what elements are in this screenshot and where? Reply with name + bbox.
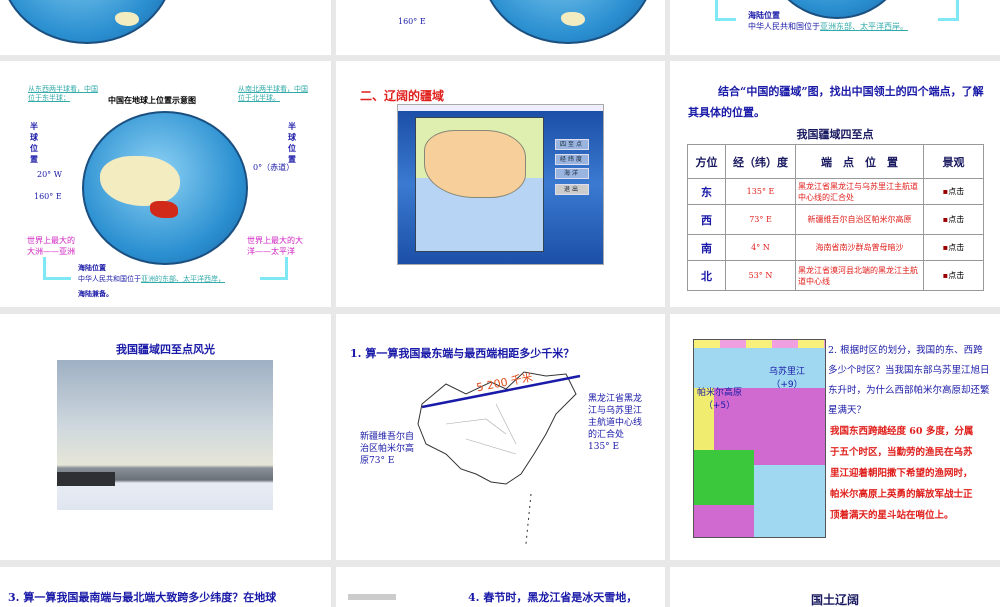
header-location: 端 点 位 置 (795, 144, 924, 179)
question-text: 2. 根据时区的划分，我国的东、西跨多少个时区？当我国东部乌苏里江旭日东升时，为… (828, 345, 990, 416)
direction: 东 (687, 178, 726, 205)
sea-land-heading: 海陆位置 (748, 10, 780, 20)
slide-thumbnail-globe[interactable]: 从东西两半球看，中国位于东半球； 中国在地球上位置示意图 从南北两半球看，中国位… (0, 61, 331, 307)
sea-land-text: 中华人民共和国位于亚洲的东部、太平洋西岸， (78, 275, 225, 283)
equator-label: 0°（赤道） (253, 163, 295, 172)
direction: 南 (687, 234, 726, 261)
globe-title: 中国在地球上位置示意图 (108, 95, 196, 105)
sea-land-text: 中华人民共和国位于亚洲东部、太平洋西岸。 (748, 22, 908, 31)
four-points-button[interactable]: 四至点 (555, 139, 589, 150)
china-shape (424, 130, 526, 198)
four-points-table: 方位 经（纬）度 端 点 位 置 景观 东 135° E 黑龙江省黑龙江与乌苏里江主… (687, 144, 984, 291)
table-row: 南 4° N 海南省南沙群岛曾母暗沙 ▪点击 (687, 234, 984, 261)
slide-thumbnail-2[interactable]: 160° E (336, 0, 665, 55)
hemisphere-label-right: 半球位置 (288, 121, 296, 164)
timezone-header (694, 340, 825, 348)
scenery-link[interactable]: ▪点击 (923, 178, 984, 205)
scenery-link[interactable]: ▪点击 (923, 234, 984, 261)
globe-image (0, 0, 174, 44)
lat-lon-button[interactable]: 经纬度 (555, 154, 589, 165)
longitude-label: 160° E (398, 17, 426, 26)
table-title: 我国疆域四至点 (796, 128, 874, 141)
location: 海南省南沙群岛曾母暗沙 (795, 234, 924, 261)
location: 黑龙江省漠河县北端的黑龙江主航道中心线 (795, 260, 924, 291)
intro-text: 结合“中国的疆域”图，找出中国领土的四个端点，了解其具体的位置。 (688, 85, 984, 119)
image-strip (348, 594, 396, 600)
map-label-west: 帕米尔高原（+5） (697, 388, 743, 411)
australia-shape (115, 12, 139, 26)
arrow-left (43, 257, 71, 280)
slide-thumbnail-timezone[interactable]: 乌苏里江（+9） 帕米尔高原（+5） 2. 根据时区的划分，我国的东、西跨多少个… (670, 314, 1000, 560)
exit-button[interactable]: 退出 (555, 184, 589, 195)
slide-thumbnail-3[interactable]: 海陆位置 中华人民共和国位于亚洲东部、太平洋西岸。 (670, 0, 1000, 55)
lon-160e: 160° E (34, 192, 62, 201)
header-scenery: 景观 (923, 144, 984, 179)
scenery-link[interactable]: ▪点击 (923, 260, 984, 291)
west-point-label: 新疆维吾尔自治区帕米尔高原73° E (360, 432, 415, 466)
sea-south (754, 465, 825, 537)
china-highlight (150, 201, 178, 218)
slide-thumbnail-scenery[interactable]: 我国疆域四至点风光 (0, 314, 331, 560)
map-label-east: 乌苏里江（+9） (768, 367, 805, 390)
house-silhouette (57, 472, 115, 486)
north-hemisphere-note: 从南北两半球看，中国位于北半球。 (238, 85, 308, 102)
slide-thumbnail-latitude[interactable]: 3. 算一算我国最南端与最北端大致跨多少纬度？在地球 (0, 567, 331, 607)
header-coordinate: 经（纬）度 (725, 144, 796, 179)
header-direction: 方位 (687, 144, 726, 179)
south-asia (694, 450, 754, 505)
question-text: 3. 算一算我国最南端与最北端大致跨多少纬度？在地球 (8, 591, 277, 604)
coordinate: 53° N (725, 260, 796, 291)
east-hemisphere-note: 从东西两半球看，中国位于东半球； (28, 85, 98, 102)
slide-thumbnail-territory[interactable]: 二、辽阔的疆域 四至点 经纬度 海洋 退出 (336, 61, 665, 307)
slide-thumbnail-spring-festival[interactable]: 4. 春节时，黑龙江省是冰天雪地， (336, 567, 665, 607)
globe-image (765, 0, 909, 19)
slide-thumbnail-1[interactable] (0, 0, 331, 55)
lon-20w: 20° W (37, 170, 62, 179)
slide-thumbnail-four-points-table[interactable]: 结合“中国的疆域”图，找出中国领土的四个端点，了解其具体的位置。 我国疆域四至点… (670, 61, 1000, 307)
sea-land-heading: 海陆位置 (78, 263, 106, 272)
question-text: 4. 春节时，黑龙江省是冰天雪地， (468, 591, 638, 604)
australia-shape (561, 12, 585, 26)
map-panel (415, 117, 544, 252)
largest-ocean-label: 世界上最大的大洋——太平洋 (247, 236, 303, 256)
ocean-button[interactable]: 海洋 (555, 168, 589, 179)
east-point-label: 黑龙江省黑龙江与乌苏里江主航道中心线的汇合处 135° E (588, 394, 643, 452)
coordinate: 135° E (725, 178, 796, 205)
location: 黑龙江省黑龙江与乌苏里江主航道中心线的汇合处 (795, 178, 924, 205)
slide-thumbnail-distance[interactable]: 1. 算一算我国最东端与最西端相距多少千米？ 5 200 千米 新疆维吾尔自治区… (336, 314, 665, 560)
slide-title: 国土辽阔 (810, 593, 859, 607)
slide-title: 我国疆域四至点风光 (116, 343, 215, 356)
arrow-right (260, 257, 288, 280)
slide-title: 二、辽阔的疆域 (360, 89, 445, 103)
direction: 西 (687, 204, 726, 235)
sea-land-tail: 海陆兼备。 (78, 289, 113, 298)
coordinate: 73° E (725, 204, 796, 235)
arrow-left (715, 0, 736, 21)
answer-text: 我国东西跨越经度 60 多度，分属于五个时区，当勤劳的渔民在乌苏里江迎着朝阳撒下… (830, 426, 974, 521)
coordinate: 4° N (725, 234, 796, 261)
arrow-right (938, 0, 959, 21)
embedded-map-app: 四至点 经纬度 海洋 退出 (397, 104, 604, 265)
table-row: 西 73° E 新疆维吾尔自治区帕米尔高原 ▪点击 (687, 204, 984, 235)
scenery-link[interactable]: ▪点击 (923, 204, 984, 235)
table-row: 北 53° N 黑龙江省漠河县北端的黑龙江主航道中心线 ▪点击 (687, 260, 984, 291)
table-row: 东 135° E 黑龙江省黑龙江与乌苏里江主航道中心线的汇合处 ▪点击 (687, 178, 984, 205)
direction: 北 (687, 260, 726, 291)
snow-landscape-photo (57, 360, 273, 510)
slide-thumbnail-vast-land[interactable]: 国土辽阔 (670, 567, 1000, 607)
location: 新疆维吾尔自治区帕米尔高原 (795, 204, 924, 235)
hemisphere-label-left: 半球位置 (30, 121, 38, 164)
largest-continent-label: 世界上最大的大洲——亚洲 (27, 236, 75, 256)
question-text: 1. 算一算我国最东端与最西端相距多少千米？ (350, 347, 575, 360)
